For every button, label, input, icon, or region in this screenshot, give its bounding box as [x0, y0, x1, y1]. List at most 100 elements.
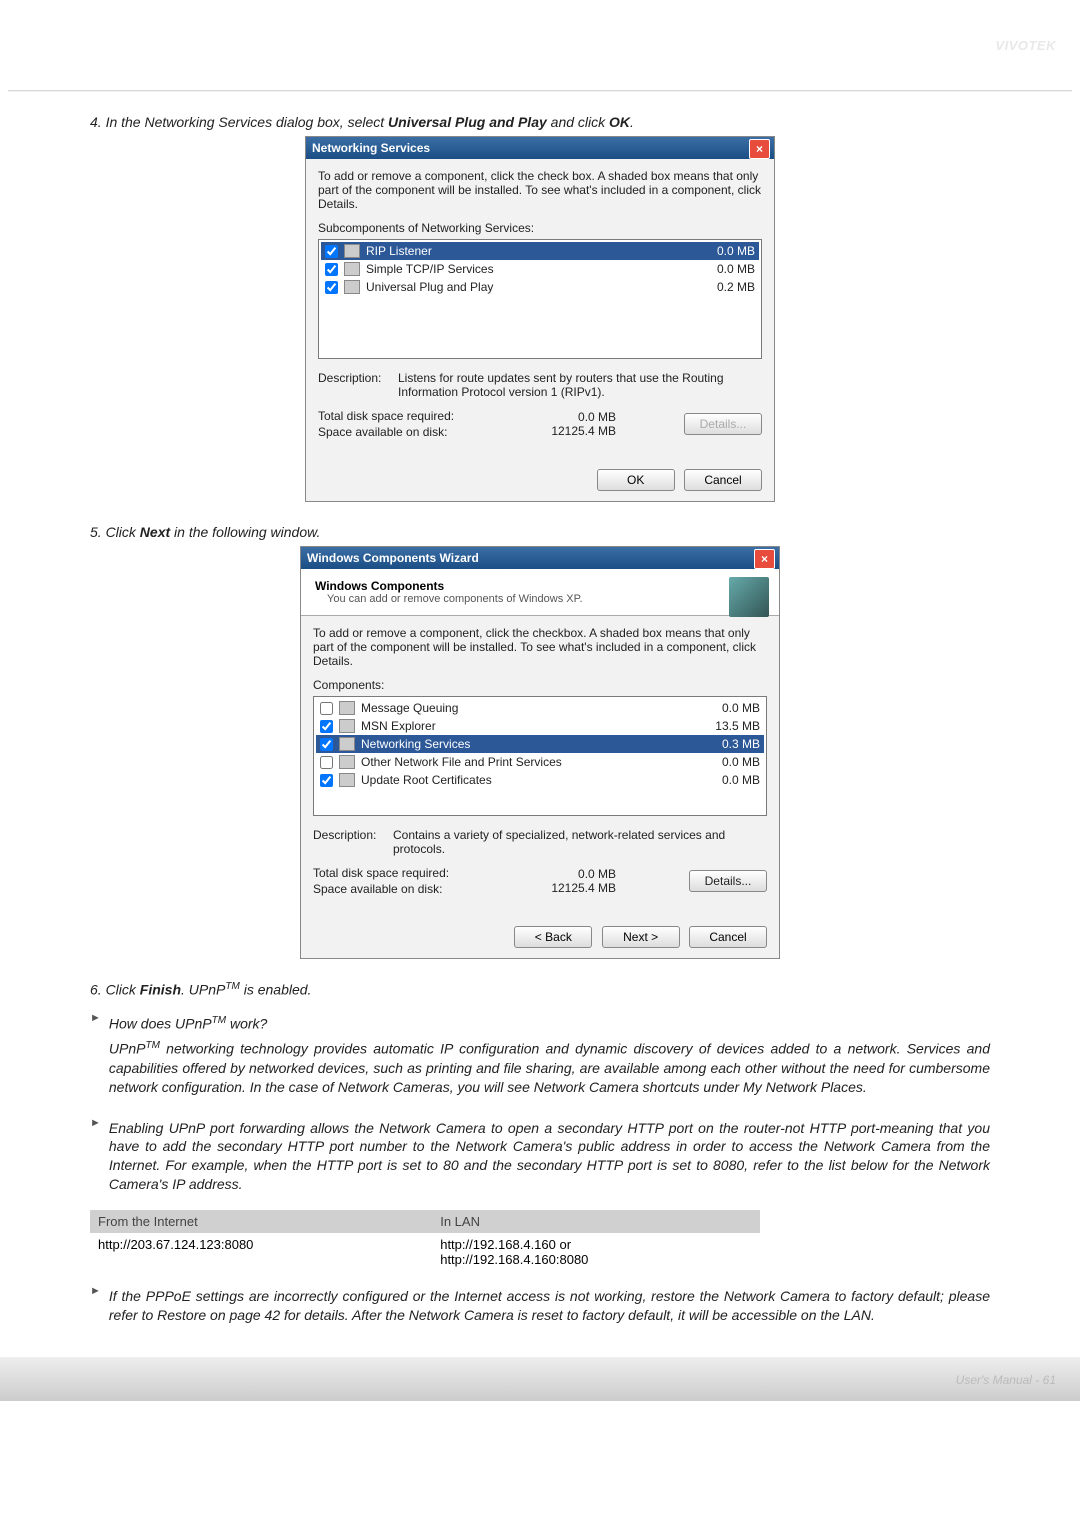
networking-services-dialog: Networking Services × To add or remove a… [305, 136, 775, 502]
rip-checkbox[interactable] [325, 245, 338, 258]
description-value: Contains a variety of specialized, netwo… [393, 828, 767, 856]
row-name: Universal Plug and Play [366, 280, 695, 294]
footer-text: User's Manual - 61 [956, 1373, 1056, 1387]
step4-mid: and click [547, 114, 609, 130]
step5-post: in the following window. [170, 524, 320, 540]
wizard-subheading: You can add or remove components of Wind… [327, 593, 765, 605]
details-button[interactable]: Details... [689, 870, 767, 892]
row-name: Simple TCP/IP Services [366, 262, 695, 276]
address-table: From the Internet In LAN http://203.67.1… [90, 1210, 760, 1271]
total-value: 0.0 MB [516, 867, 616, 881]
list-item[interactable]: Networking Services0.3 MB [316, 735, 764, 753]
tcpip-checkbox[interactable] [325, 263, 338, 276]
note-item: ► Enabling UPnP port forwarding allows t… [90, 1113, 990, 1201]
service-icon [344, 262, 360, 276]
dialog2-title-bar: Windows Components Wizard × [301, 547, 779, 569]
step4-b1: Universal Plug and Play [388, 114, 547, 130]
row-name: Networking Services [361, 737, 700, 751]
step5-text: 5. Click Next in the following window. [90, 524, 990, 540]
component-icon [339, 737, 355, 751]
wizard-header: Windows Components You can add or remove… [301, 569, 779, 616]
step6-text: 6. Click Finish. UPnPTM is enabled. [90, 981, 990, 998]
row-size: 0.3 MB [700, 737, 760, 751]
description-label: Description: [313, 828, 393, 856]
list-item[interactable]: Universal Plug and Play0.2 MB [321, 278, 759, 296]
q1-pre: How does UPnP [109, 1015, 212, 1031]
list-item[interactable]: MSN Explorer13.5 MB [316, 717, 764, 735]
tm-superscript: TM [212, 1015, 226, 1026]
step6-end: is enabled. [240, 982, 312, 998]
total-value: 0.0 MB [516, 410, 616, 424]
onfps-checkbox[interactable] [320, 756, 333, 769]
component-icon [339, 773, 355, 787]
row-name: Message Queuing [361, 701, 700, 715]
details-button[interactable]: Details... [684, 413, 762, 435]
row-name: RIP Listener [366, 244, 695, 258]
dialog1-intro: To add or remove a component, click the … [318, 169, 762, 211]
msn-checkbox[interactable] [320, 720, 333, 733]
urc-checkbox[interactable] [320, 774, 333, 787]
upnp-checkbox[interactable] [325, 281, 338, 294]
mq-checkbox[interactable] [320, 702, 333, 715]
p1c: networking technology provides automatic… [109, 1041, 990, 1095]
component-list[interactable]: RIP Listener0.0 MB Simple TCP/IP Service… [318, 239, 762, 359]
row-size: 0.0 MB [700, 755, 760, 769]
ns-checkbox[interactable] [320, 738, 333, 751]
step4-end: . [630, 114, 634, 130]
row-name: Other Network File and Print Services [361, 755, 700, 769]
th-internet: From the Internet [90, 1210, 432, 1233]
p1a: UPnP [109, 1041, 146, 1057]
wizard-heading: Windows Components [315, 579, 765, 593]
list-item[interactable]: Message Queuing0.0 MB [316, 699, 764, 717]
dialog2-title: Windows Components Wizard [307, 551, 479, 565]
total-label: Total disk space required: [313, 866, 449, 880]
note-body: If the PPPoE settings are incorrectly co… [109, 1287, 990, 1325]
list-item[interactable]: RIP Listener0.0 MB [321, 242, 759, 260]
close-icon[interactable]: × [749, 139, 770, 159]
ok-button[interactable]: OK [597, 469, 675, 491]
component-icon [339, 719, 355, 733]
components-list[interactable]: Message Queuing0.0 MB MSN Explorer13.5 M… [313, 696, 767, 816]
service-icon [344, 280, 360, 294]
note-body: Enabling UPnP port forwarding allows the… [109, 1119, 990, 1195]
back-button[interactable]: < Back [514, 926, 592, 948]
components-caption: Components: [313, 678, 767, 692]
list-item[interactable]: Update Root Certificates0.0 MB [316, 771, 764, 789]
avail-value: 12125.4 MB [516, 881, 616, 895]
cancel-button[interactable]: Cancel [684, 469, 762, 491]
qa-body: UPnPTM networking technology provides au… [109, 1039, 990, 1096]
list-item[interactable]: Simple TCP/IP Services0.0 MB [321, 260, 759, 278]
cell-internet: http://203.67.124.123:8080 [90, 1233, 432, 1271]
note-item: ► If the PPPoE settings are incorrectly … [90, 1281, 990, 1331]
page-header: VIVOTEK [0, 0, 1080, 90]
page-footer: User's Manual - 61 [0, 1357, 1080, 1401]
cell-lan: http://192.168.4.160 or http://192.168.4… [432, 1233, 760, 1271]
triangle-icon: ► [90, 1012, 101, 1024]
row-size: 0.0 MB [695, 244, 755, 258]
header-divider [8, 90, 1072, 92]
step5-pre: 5. Click [90, 524, 140, 540]
row-name: Update Root Certificates [361, 773, 700, 787]
step5-bold: Next [140, 524, 170, 540]
dialog1-subcaption: Subcomponents of Networking Services: [318, 221, 762, 235]
dialog1-title: Networking Services [312, 141, 430, 155]
tm-superscript: TM [145, 1040, 159, 1051]
next-button[interactable]: Next > [602, 926, 680, 948]
dialog-title-bar: Networking Services × [306, 137, 774, 159]
qa-item: ► How does UPnPTM work? UPnPTM networkin… [90, 1008, 990, 1103]
step4-text: 4. In the Networking Services dialog box… [90, 114, 990, 130]
cancel-button[interactable]: Cancel [689, 926, 767, 948]
brand-label: VIVOTEK [995, 38, 1056, 53]
component-icon [339, 701, 355, 715]
step6-bold: Finish [140, 982, 181, 998]
row-size: 0.2 MB [695, 280, 755, 294]
close-icon[interactable]: × [754, 549, 775, 569]
list-item[interactable]: Other Network File and Print Services0.0… [316, 753, 764, 771]
q1-post: work? [226, 1015, 267, 1031]
table-header-row: From the Internet In LAN [90, 1210, 760, 1233]
table-row: http://203.67.124.123:8080 http://192.16… [90, 1233, 760, 1271]
avail-label: Space available on disk: [318, 425, 447, 439]
service-icon [344, 244, 360, 258]
step6-pre: 6. Click [90, 982, 140, 998]
step6-post: . UPnP [181, 982, 225, 998]
